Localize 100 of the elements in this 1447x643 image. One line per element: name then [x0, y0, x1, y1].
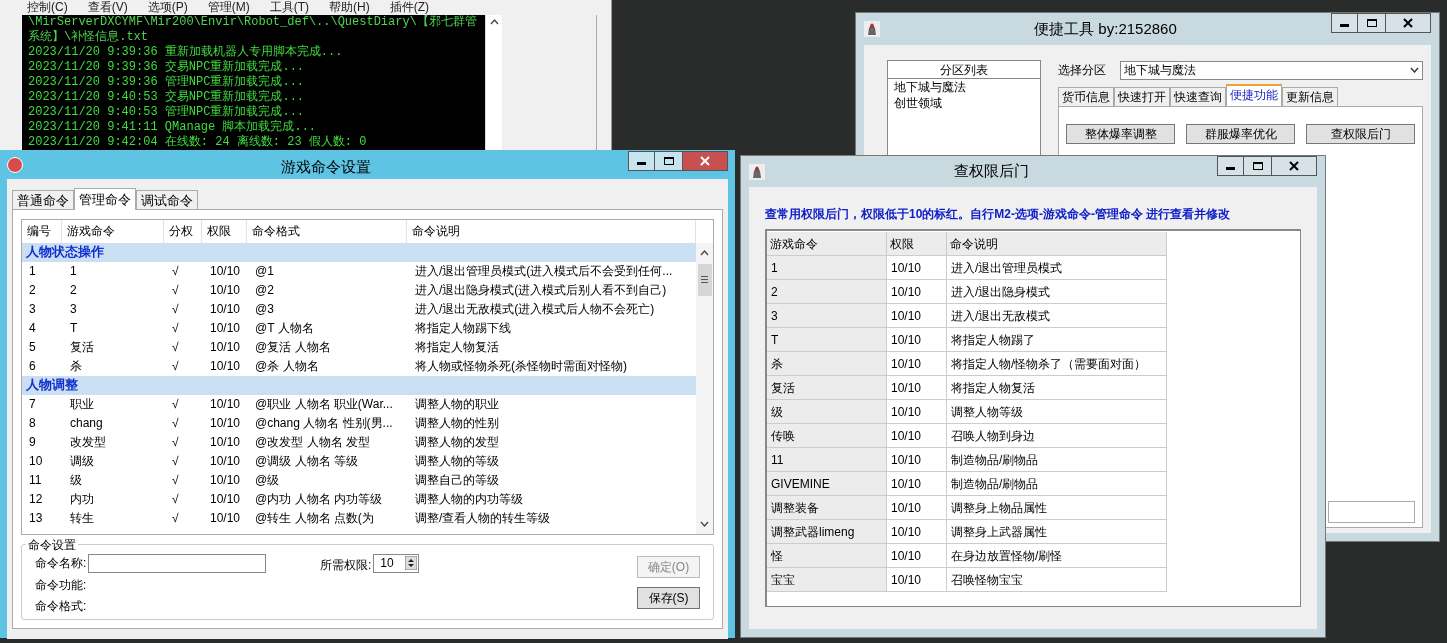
table-row[interactable]: 1 1 √ 10/10 @1 进入/退出管理员模式(进入模式后不会受到任何... [22, 261, 696, 281]
table-cell-text: 10/10 [209, 414, 242, 432]
maximize-button[interactable] [1244, 156, 1271, 176]
scrollbar[interactable] [696, 242, 713, 534]
table-cell-text: 进入/退出管理员模式(进入模式后不会受到任何... [414, 262, 674, 280]
column-header[interactable]: 编号 [22, 219, 62, 243]
table-cell: 10/10 [887, 280, 947, 304]
menu-item[interactable]: 工具(T) [269, 0, 309, 14]
input-field[interactable] [88, 553, 267, 573]
field-label: 命令名称: [35, 555, 87, 572]
table-cell-text: √ [171, 281, 180, 299]
tab[interactable]: 管理命令 [74, 187, 136, 210]
log-line: \MirServerDXCYMF\Mir200\Envir\Robot_def\..\QuestDiary\【邪七群管 [28, 15, 478, 30]
table-cell: 10/10 [887, 520, 947, 544]
table-cell-text: 调整人物的等级 [414, 452, 500, 470]
select-field[interactable]: 地下城与魔法 [1120, 60, 1423, 80]
scroll-down-icon [700, 520, 709, 527]
log-line: 2023/11/20 9:40:53 交易NPC重新加载完成... [28, 90, 306, 105]
table-row[interactable]: 13 转生 √ 10/10 @转生 人物名 点数(为 调整/查看人物的转生等级 [22, 508, 696, 528]
group-header: 人物调整 [22, 375, 696, 395]
column-header[interactable]: 游戏命令 [62, 219, 164, 243]
table-cell-text: @级 [254, 471, 281, 489]
table-cell-text: @chang 人物名 性别(男... [254, 414, 394, 432]
table-cell: 宝宝 [767, 568, 887, 592]
dialog-button[interactable]: 保存(S) [637, 586, 700, 609]
table-row[interactable]: 10 调级 √ 10/10 @调级 人物名 等级 调整人物的等级 [22, 451, 696, 471]
table-row[interactable]: 11 级 √ 10/10 @级 调整自己的等级 [22, 470, 696, 490]
table-cell-text: 调级 [69, 452, 95, 470]
field-label: 命令格式: [35, 597, 88, 615]
list-item[interactable]: 创世领域 [888, 95, 1040, 111]
table-cell-text: @职业 人物名 职业(War... [254, 395, 394, 413]
table-cell-text: 内功 [69, 490, 95, 508]
minimize-icon [1340, 23, 1349, 27]
input-field[interactable] [1328, 501, 1415, 523]
table-cell-text: √ [171, 490, 180, 508]
maximize-button[interactable] [655, 151, 682, 171]
column-header[interactable]: 分权 [164, 219, 202, 243]
minimize-button[interactable] [1217, 156, 1244, 176]
menu-item[interactable]: 选项(P) [147, 0, 188, 14]
table-cell: 1 [767, 256, 887, 280]
table-cell-text: 转生 [69, 509, 95, 527]
tab[interactable]: 快速查询 [1170, 87, 1226, 106]
table-cell: 调整身上物品属性 [947, 496, 1167, 520]
table-cell-text: 调整人物的内功等级 [414, 490, 524, 508]
close-button[interactable] [1385, 13, 1431, 33]
app-icon [749, 163, 765, 180]
close-button[interactable] [1271, 156, 1317, 176]
scrollbar[interactable] [485, 15, 502, 150]
table-cell: 10/10 [887, 328, 947, 352]
table-cell-text: @3 [254, 300, 275, 318]
scrollbar-thumb[interactable] [697, 263, 712, 296]
table-row[interactable]: 9 改发型 √ 10/10 @改发型 人物名 发型 调整人物的发型 [22, 432, 696, 452]
table-cell-text: 5 [28, 338, 37, 356]
table-cell-text: √ [171, 414, 180, 432]
menu-item[interactable]: 查看(V) [87, 0, 128, 14]
table-cell: 制造物品/刷物品 [947, 448, 1167, 472]
table-row[interactable]: 6 杀 √ 10/10 @杀 人物名 将人物或怪物杀死(杀怪物时需面对怪物) [22, 356, 696, 376]
log-line: 2023/11/20 9:42:04 在线数: 24 离线数: 23 假人数: 0 [28, 135, 368, 150]
close-button[interactable] [682, 151, 728, 171]
column-header[interactable]: 命令说明 [407, 219, 696, 243]
column-header: 游戏命令 [767, 232, 887, 256]
table-cell-text: 1 [28, 262, 37, 280]
minimize-button[interactable] [628, 151, 655, 171]
column-header[interactable]: 权限 [202, 219, 247, 243]
tab[interactable]: 更新信息 [1282, 87, 1338, 106]
menu-item[interactable]: 帮助(H) [329, 0, 370, 14]
table-row[interactable]: 12 内功 √ 10/10 @内功 人物名 内功等级 调整人物的内功等级 [22, 489, 696, 509]
table-cell-text: 10/10 [209, 433, 242, 451]
table-row[interactable]: 8 chang √ 10/10 @chang 人物名 性别(男... 调整人物的性别 [22, 413, 696, 433]
action-button[interactable]: 整体爆率调整 [1066, 124, 1175, 144]
field-label: 选择分区 [1058, 62, 1106, 79]
table-cell-text: chang [69, 414, 104, 432]
action-button[interactable]: 群服爆率优化 [1186, 124, 1295, 144]
tab[interactable]: 快速打开 [1114, 87, 1170, 106]
list-item[interactable]: 地下城与魔法 [888, 79, 1040, 95]
table-cell-text: @改发型 人物名 发型 [254, 433, 371, 451]
menu-item[interactable]: 插件(Z) [389, 0, 429, 14]
menu-item[interactable]: 管理(M) [207, 0, 250, 14]
menu-item[interactable]: 控制(C) [27, 0, 68, 14]
table-cell: 在身边放置怪物/刷怪 [947, 544, 1167, 568]
tab[interactable]: 调试命令 [136, 189, 198, 209]
column-header[interactable]: 命令格式 [247, 219, 407, 243]
spin-field[interactable]: 10 [373, 553, 420, 573]
table-cell-text: @转生 人物名 点数(为 [254, 509, 375, 527]
tab[interactable]: 便捷功能 [1226, 84, 1282, 106]
table-row[interactable]: 2 2 √ 10/10 @2 进入/退出隐身模式(进入模式后别人看不到自己) [22, 280, 696, 300]
table-row[interactable]: 5 复活 √ 10/10 @复活 人物名 将指定人物复活 [22, 337, 696, 357]
table-row[interactable]: 7 职业 √ 10/10 @职业 人物名 职业(War... 调整人物的职业 [22, 394, 696, 414]
table-cell: 10/10 [887, 400, 947, 424]
tab[interactable]: 普通命令 [12, 189, 74, 209]
table-cell-text: √ [171, 338, 180, 356]
table-cell-text: 10/10 [209, 490, 242, 508]
table-row[interactable]: 4 T √ 10/10 @T 人物名 将指定人物踢下线 [22, 318, 696, 338]
table-cell-text: 调整自己的等级 [414, 471, 500, 489]
action-button[interactable]: 查权限后门 [1306, 124, 1415, 144]
table-cell-text: 10 [28, 452, 44, 470]
maximize-button[interactable] [1358, 13, 1385, 33]
minimize-button[interactable] [1331, 13, 1358, 33]
table-row[interactable]: 3 3 √ 10/10 @3 进入/退出无敌模式(进入模式后人物不会死亡) [22, 299, 696, 319]
tab[interactable]: 货币信息 [1058, 87, 1114, 106]
